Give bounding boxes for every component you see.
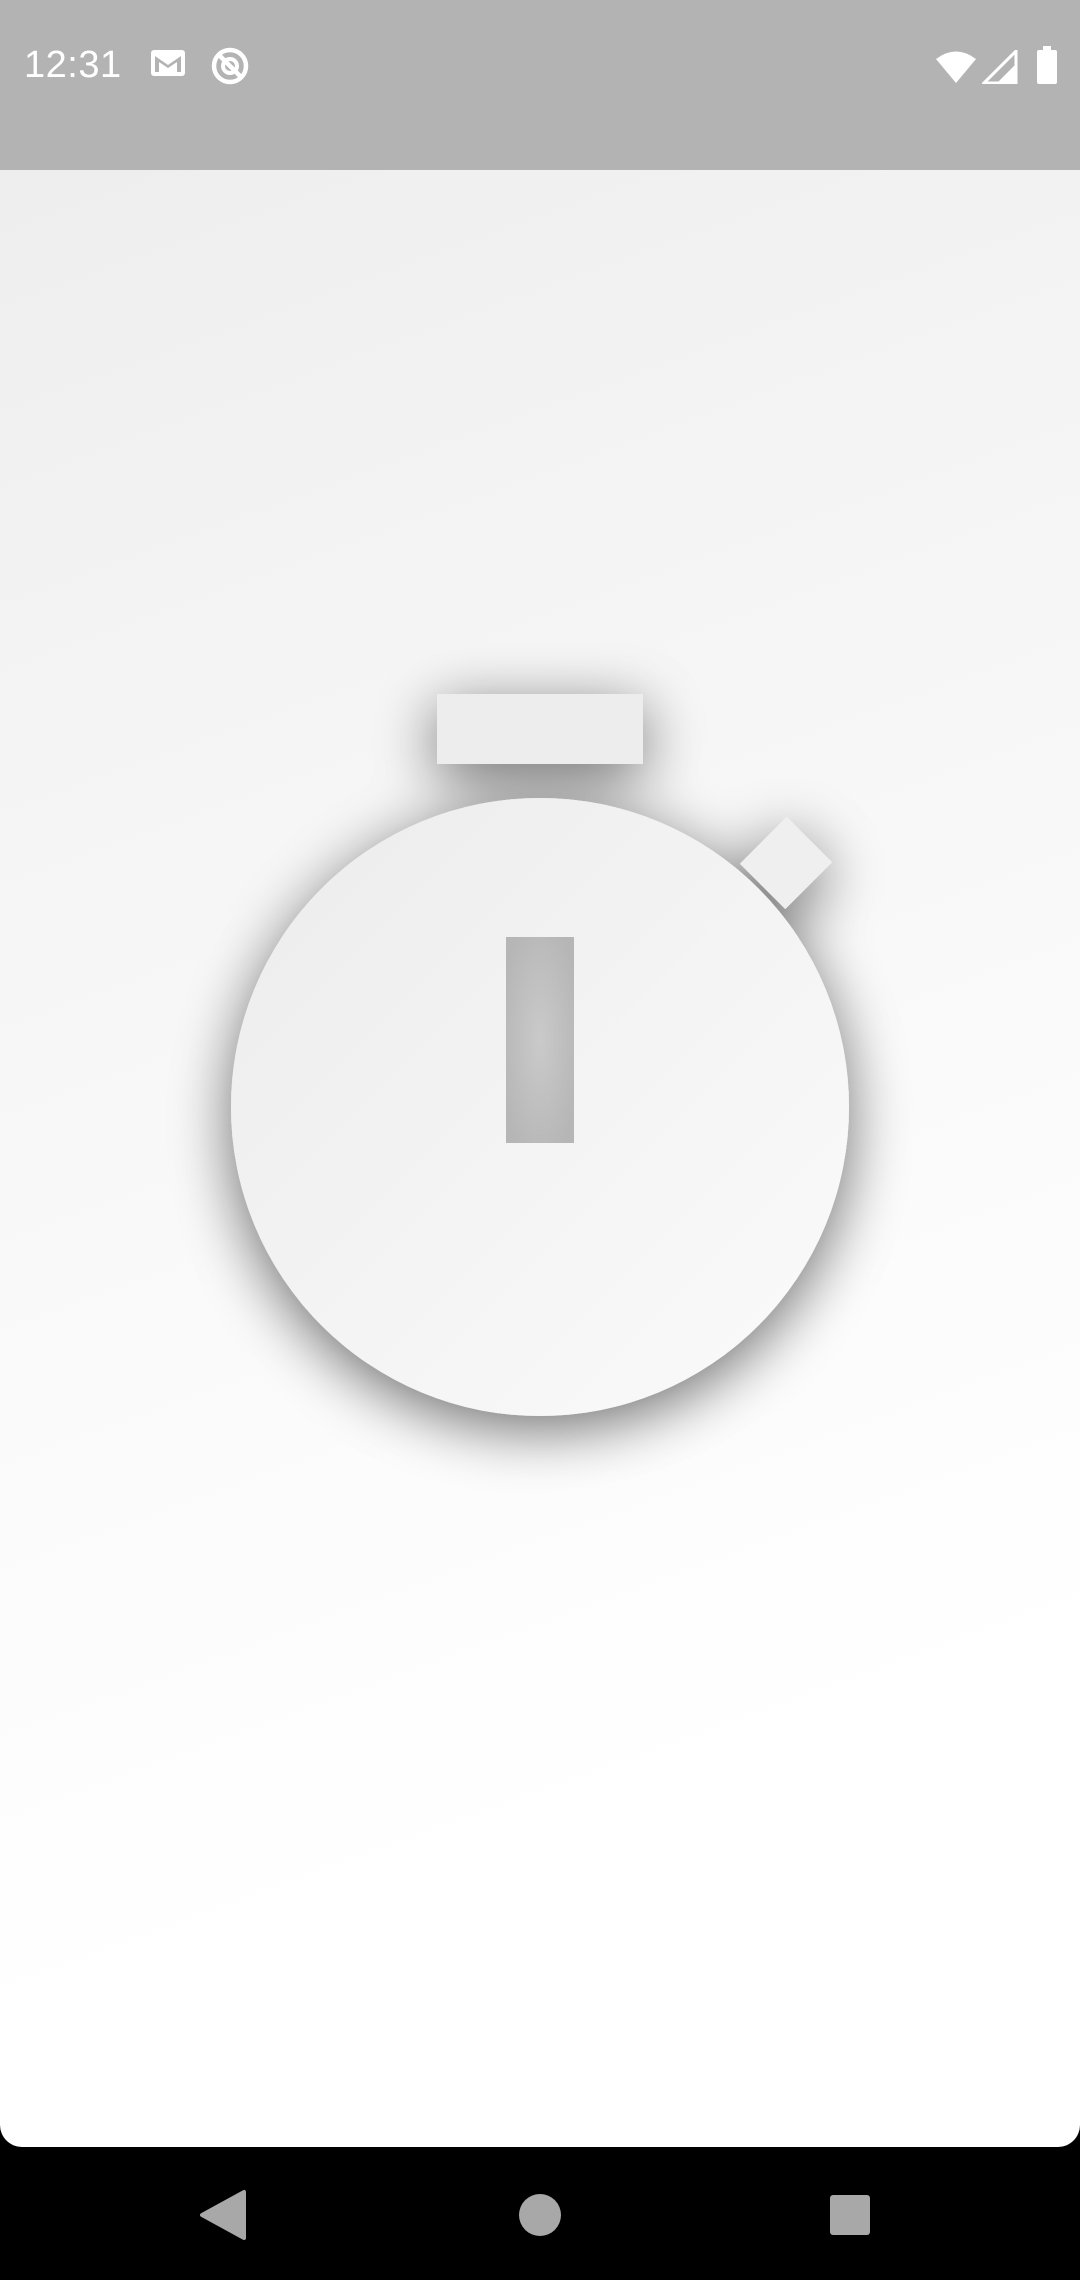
back-button[interactable] <box>190 2180 260 2250</box>
recents-button[interactable] <box>815 2180 885 2250</box>
home-circle-icon <box>519 2194 561 2236</box>
home-button[interactable] <box>505 2180 575 2250</box>
status-bar: 12:31 <box>0 0 1080 170</box>
recents-square-icon <box>830 2195 870 2235</box>
battery-icon <box>1037 46 1057 84</box>
cellular-signal-icon <box>982 50 1018 84</box>
do-not-disturb-icon <box>211 47 249 85</box>
wifi-icon <box>936 51 976 83</box>
status-time: 12:31 <box>24 44 122 86</box>
stopwatch-top-button <box>437 694 643 764</box>
back-triangle-icon <box>200 2190 246 2240</box>
app-screen: 12:31 <box>0 0 1080 2147</box>
gmail-icon <box>151 50 185 76</box>
stopwatch-hand <box>506 937 574 1143</box>
splash-screen <box>231 694 849 1416</box>
